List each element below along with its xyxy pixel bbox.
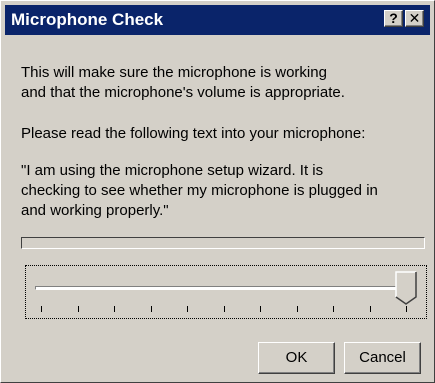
slider-tick (77, 306, 79, 312)
cancel-button[interactable]: Cancel (344, 342, 421, 374)
window-title: Microphone Check (11, 10, 164, 29)
microphone-check-dialog: Microphone Check ? ✕ This will make sure… (0, 0, 435, 383)
slider-tick (223, 306, 225, 312)
close-button[interactable]: ✕ (405, 10, 424, 27)
slider-tick (369, 306, 371, 312)
volume-slider[interactable] (25, 265, 427, 319)
slider-tick (260, 306, 261, 312)
instruction-text: Please read the following text into your… (21, 125, 366, 142)
slider-tick (150, 306, 152, 312)
quote-text: "I am using the microphone setup wizard.… (21, 162, 378, 219)
ok-button[interactable]: OK (258, 342, 335, 374)
slider-tick (333, 306, 334, 312)
slider-tick (114, 306, 115, 312)
slider-tick (406, 306, 407, 312)
slider-tick (296, 306, 298, 312)
slider-tick (187, 306, 188, 312)
slider-thumb[interactable] (395, 271, 417, 305)
intro-text: This will make sure the microphone is wo… (21, 64, 345, 101)
title-bar[interactable]: Microphone Check ? ✕ (5, 5, 430, 35)
microphone-level-meter (21, 237, 425, 249)
slider-tick (41, 306, 42, 312)
help-button[interactable]: ? (384, 10, 403, 27)
slider-track (35, 286, 411, 290)
